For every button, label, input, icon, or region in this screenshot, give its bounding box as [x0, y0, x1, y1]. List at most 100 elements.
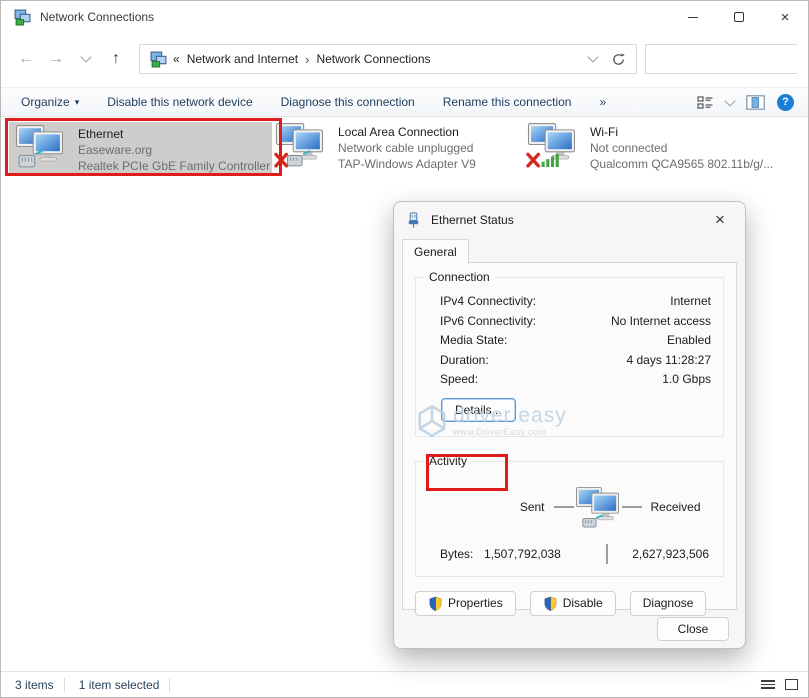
dialog-close-action-button[interactable]: Close: [657, 617, 729, 641]
view-options-icon[interactable]: [697, 95, 714, 110]
wifi-adapter-icon: [526, 122, 578, 168]
signal-bars-icon: [542, 154, 559, 167]
organize-menu[interactable]: Organize ▾: [1, 95, 93, 109]
up-button[interactable]: ↑: [101, 44, 131, 74]
sent-dash: [554, 506, 574, 508]
connection-device: Qualcomm QCA9565 802.11b/g/...: [590, 156, 773, 172]
selected-count: 1 item selected: [65, 678, 170, 692]
items-count: 3 items: [1, 678, 64, 692]
close-icon: ×: [781, 10, 790, 25]
breadcrumb-item-network-and-internet[interactable]: Network and Internet: [187, 52, 298, 66]
row-label: Duration:: [440, 351, 489, 371]
overflow-icon: »: [599, 95, 606, 109]
maximize-icon: [734, 12, 744, 22]
connection-status: Not connected: [590, 140, 773, 156]
error-x-icon: [528, 154, 538, 166]
row-label: Media State:: [440, 331, 507, 351]
close-button[interactable]: ×: [762, 1, 808, 33]
row-speed: Speed: 1.0 Gbps: [428, 370, 711, 390]
uac-shield-icon: [428, 596, 443, 611]
row-value: 4 days 11:28:27: [626, 351, 711, 371]
command-bar: Organize ▾ Disable this network device D…: [1, 87, 808, 117]
statusbar-separator: [169, 678, 170, 692]
window-title: Network Connections: [40, 10, 154, 24]
ethernet-status-dialog: Ethernet Status × General Connection IPv…: [393, 201, 746, 649]
search-input[interactable]: [646, 45, 809, 73]
rename-connection-label: Rename this connection: [443, 95, 572, 109]
breadcrumb-collapsed[interactable]: «: [173, 52, 180, 66]
disable-device-command[interactable]: Disable this network device: [93, 95, 266, 109]
connection-name: Local Area Connection: [338, 124, 476, 140]
row-value: No Internet access: [611, 312, 711, 332]
maximize-button[interactable]: [716, 1, 762, 33]
address-bar[interactable]: « Network and Internet › Network Connect…: [139, 44, 637, 74]
disable-button[interactable]: Disable: [530, 591, 616, 616]
connection-device: TAP-Windows Adapter V9: [338, 156, 476, 172]
connection-group-label: Connection: [424, 270, 495, 284]
navigation-bar: ← → ↑ « Network and Internet › Network C…: [1, 33, 808, 85]
row-media-state: Media State: Enabled: [428, 331, 711, 351]
command-overflow-button[interactable]: »: [585, 95, 620, 109]
connection-item-wifi[interactable]: Wi-Fi Not connected Qualcomm QCA9565 802…: [526, 122, 773, 172]
ethernet-plug-icon: [406, 212, 421, 228]
rename-connection-command[interactable]: Rename this connection: [429, 95, 586, 109]
icons-view-icon[interactable]: [785, 679, 798, 690]
received-label: Received: [651, 500, 701, 514]
diagnose-button[interactable]: Diagnose: [630, 591, 707, 616]
view-options-caret-icon[interactable]: [724, 95, 735, 106]
row-duration: Duration: 4 days 11:28:27: [428, 351, 711, 371]
bytes-label: Bytes:: [428, 547, 484, 561]
connection-device: Realtek PCIe GbE Family Controller: [78, 158, 270, 174]
ethernet-adapter-icon: [14, 124, 66, 170]
connection-status: Network cable unplugged: [338, 140, 476, 156]
preview-pane-icon[interactable]: [746, 95, 765, 110]
organize-label: Organize: [21, 95, 70, 109]
forward-button[interactable]: →: [41, 44, 71, 74]
lan-adapter-unplugged-icon: [274, 122, 326, 168]
connection-name: Wi-Fi: [590, 124, 773, 140]
tab-general[interactable]: General: [402, 239, 469, 264]
details-button[interactable]: Details...: [441, 398, 516, 422]
search-box: [645, 44, 797, 74]
window-titlebar: Network Connections ×: [1, 1, 808, 33]
dialog-title: Ethernet Status: [431, 213, 514, 227]
error-x-icon: [276, 154, 286, 166]
details-view-icon[interactable]: [761, 680, 775, 689]
row-value: Enabled: [667, 331, 711, 351]
breadcrumb-item-network-connections[interactable]: Network Connections: [316, 52, 430, 66]
row-label: Speed:: [440, 370, 478, 390]
dialog-titlebar: Ethernet Status ×: [394, 202, 745, 238]
row-value: 1.0 Gbps: [662, 370, 711, 390]
row-label: IPv6 Connectivity:: [440, 312, 536, 332]
breadcrumb-separator-icon: ›: [305, 52, 309, 67]
connection-item-local-area[interactable]: Local Area Connection Network cable unpl…: [274, 122, 476, 172]
back-icon: ←: [18, 50, 34, 68]
up-icon: ↑: [112, 50, 120, 68]
diagnose-label: Diagnose: [643, 596, 694, 610]
received-dash: [622, 506, 642, 508]
recent-locations-button[interactable]: [71, 44, 101, 74]
connection-groupbox: Connection IPv4 Connectivity: Internet I…: [415, 277, 724, 437]
address-dropdown-icon[interactable]: [587, 51, 598, 62]
properties-button[interactable]: Properties: [415, 591, 516, 616]
network-connections-window: Network Connections × ← → ↑ « Network an…: [0, 0, 809, 698]
chevron-down-icon: [80, 51, 91, 62]
diagnose-connection-command[interactable]: Diagnose this connection: [267, 95, 429, 109]
minimize-button[interactable]: [670, 1, 716, 33]
network-connections-folder-icon: [150, 51, 167, 68]
bytes-sent-value: 1,507,792,038: [484, 547, 583, 561]
connection-status: Easeware.org: [78, 142, 270, 158]
row-label: IPv4 Connectivity:: [440, 292, 536, 312]
back-button[interactable]: ←: [11, 44, 41, 74]
help-icon[interactable]: ?: [777, 94, 794, 111]
connection-name: Ethernet: [78, 126, 270, 142]
dialog-tab-page: Connection IPv4 Connectivity: Internet I…: [402, 262, 737, 610]
dialog-close-button[interactable]: ×: [707, 210, 733, 230]
refresh-icon[interactable]: [611, 52, 626, 67]
row-ipv4: IPv4 Connectivity: Internet: [428, 292, 711, 312]
connection-item-ethernet[interactable]: Ethernet Easeware.org Realtek PCIe GbE F…: [9, 122, 272, 174]
activity-computers-icon: [575, 486, 621, 528]
disable-device-label: Disable this network device: [107, 95, 252, 109]
breadcrumb: « Network and Internet › Network Connect…: [173, 52, 431, 67]
network-connections-app-icon: [14, 9, 31, 26]
